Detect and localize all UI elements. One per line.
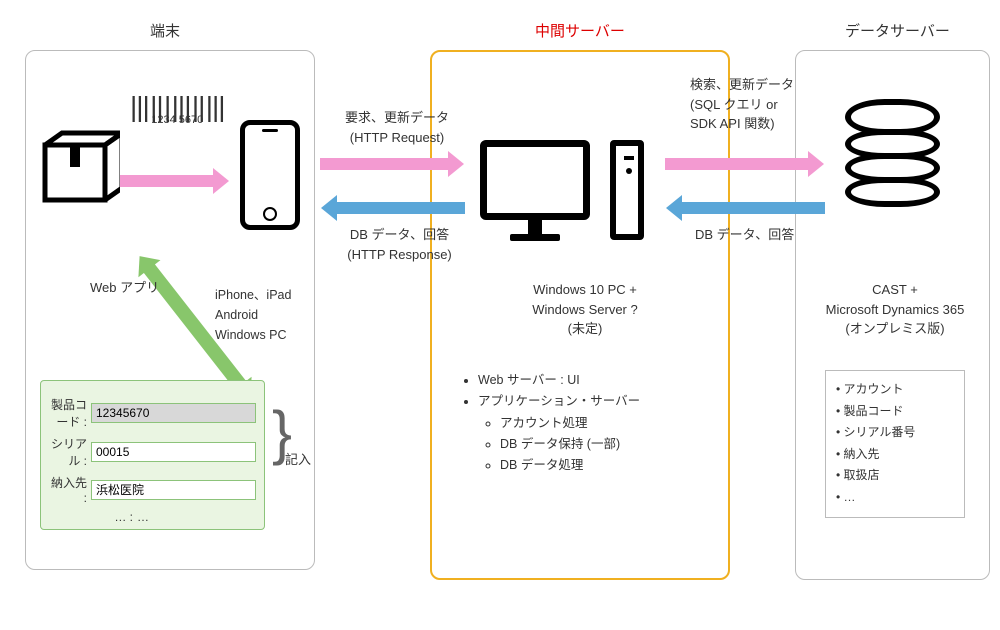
label-etc: … :	[49, 510, 133, 524]
input-product-code[interactable]	[91, 403, 256, 423]
desktop-monitor-icon	[480, 140, 590, 241]
package-box-icon	[40, 130, 120, 210]
database-icon	[845, 105, 940, 207]
label-destination: 納入先 :	[49, 474, 87, 505]
column-title-middle: 中間サーバー	[535, 20, 625, 41]
label-product-code: 製品コード :	[49, 396, 87, 430]
label-sql-query: 検索、更新データ (SQL クエリ or SDK API 関数)	[690, 75, 810, 134]
value-etc: …	[137, 510, 149, 524]
brace-icon: }	[272, 415, 292, 451]
input-serial[interactable]	[91, 442, 256, 462]
arrow-sql-query	[665, 158, 810, 170]
pc-tower-icon	[610, 140, 644, 240]
label-serial: シリアル :	[49, 435, 87, 469]
label-http-response: DB データ、回答(HTTP Response)	[332, 225, 467, 264]
barcode-icon: ||| || | ||| || ||| 1234 5670	[130, 100, 225, 126]
column-title-terminal: 端末	[150, 20, 180, 41]
label-device-list: iPhone、iPad Android Windows PC	[215, 285, 291, 345]
label-webapp: Web アプリ	[90, 278, 159, 298]
arrow-scan-to-phone	[120, 175, 215, 187]
smartphone-icon	[240, 120, 300, 230]
arrow-http-request	[320, 158, 450, 170]
arrow-http-response	[335, 202, 465, 214]
arrow-db-return	[680, 202, 825, 214]
webapp-form-panel: 製品コード : シリアル : 納入先 : … : …	[40, 380, 265, 530]
label-db-return: DB データ、回答	[695, 225, 794, 245]
input-destination[interactable]	[91, 480, 256, 500]
label-kinyu: 記入	[285, 450, 311, 470]
label-http-request: 要求、更新データ(HTTP Request)	[332, 108, 462, 147]
column-title-data: データサーバー	[845, 20, 950, 41]
label-middle-spec: Windows 10 PC + Windows Server ? (未定)	[520, 280, 650, 339]
middle-bullet-list: Web サーバー : UI アプリケーション・サーバー アカウント処理 DB デ…	[460, 370, 640, 476]
data-fields-card: • アカウント • 製品コード • シリアル番号 • 納入先 • 取扱店 • …	[825, 370, 965, 518]
label-right-spec: CAST + Microsoft Dynamics 365 (オンプレミス版)	[815, 280, 975, 339]
